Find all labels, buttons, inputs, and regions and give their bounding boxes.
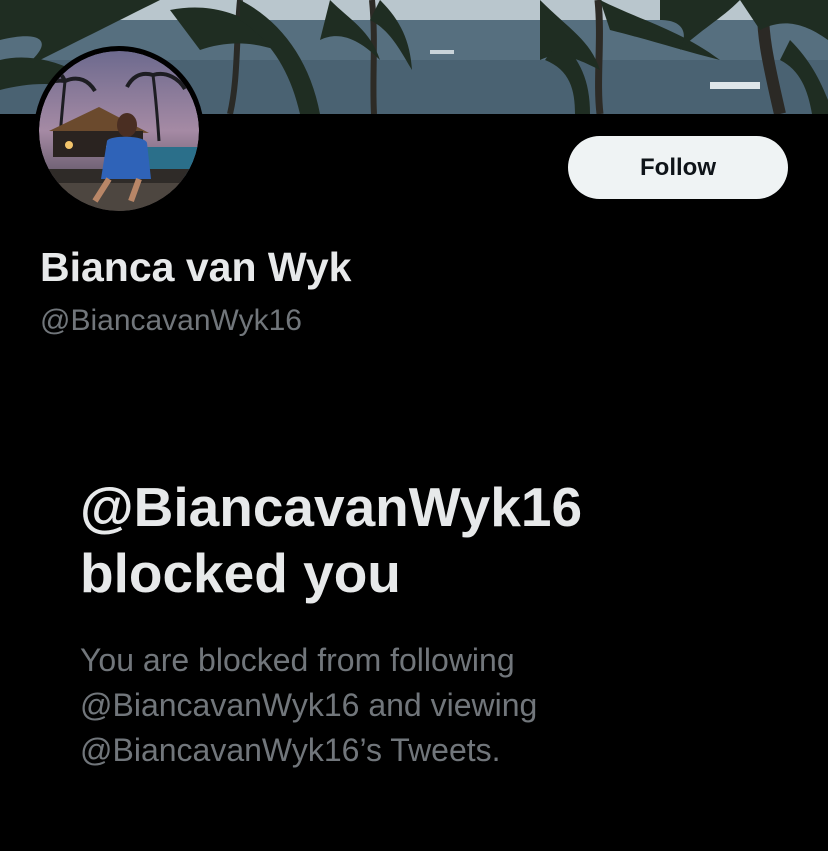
blocked-title-line: blocked you [80, 542, 401, 604]
profile-photo-icon [39, 51, 199, 211]
blocked-title-line: @BiancavanWyk16 [80, 476, 583, 538]
avatar[interactable] [34, 46, 204, 216]
blocked-title: @BiancavanWyk16 blocked you [80, 474, 780, 606]
display-name: Bianca van Wyk [40, 244, 352, 290]
follow-button[interactable]: Follow [568, 136, 788, 199]
blocked-message-line: You are blocked from following [80, 642, 515, 678]
blocked-message-line: @BiancavanWyk16’s Tweets. [80, 732, 501, 768]
blocked-message-line: @BiancavanWyk16 and viewing [80, 687, 538, 723]
blocked-message: You are blocked from following @Biancava… [80, 638, 780, 773]
profile-handle: @BiancavanWyk16 [40, 304, 302, 337]
